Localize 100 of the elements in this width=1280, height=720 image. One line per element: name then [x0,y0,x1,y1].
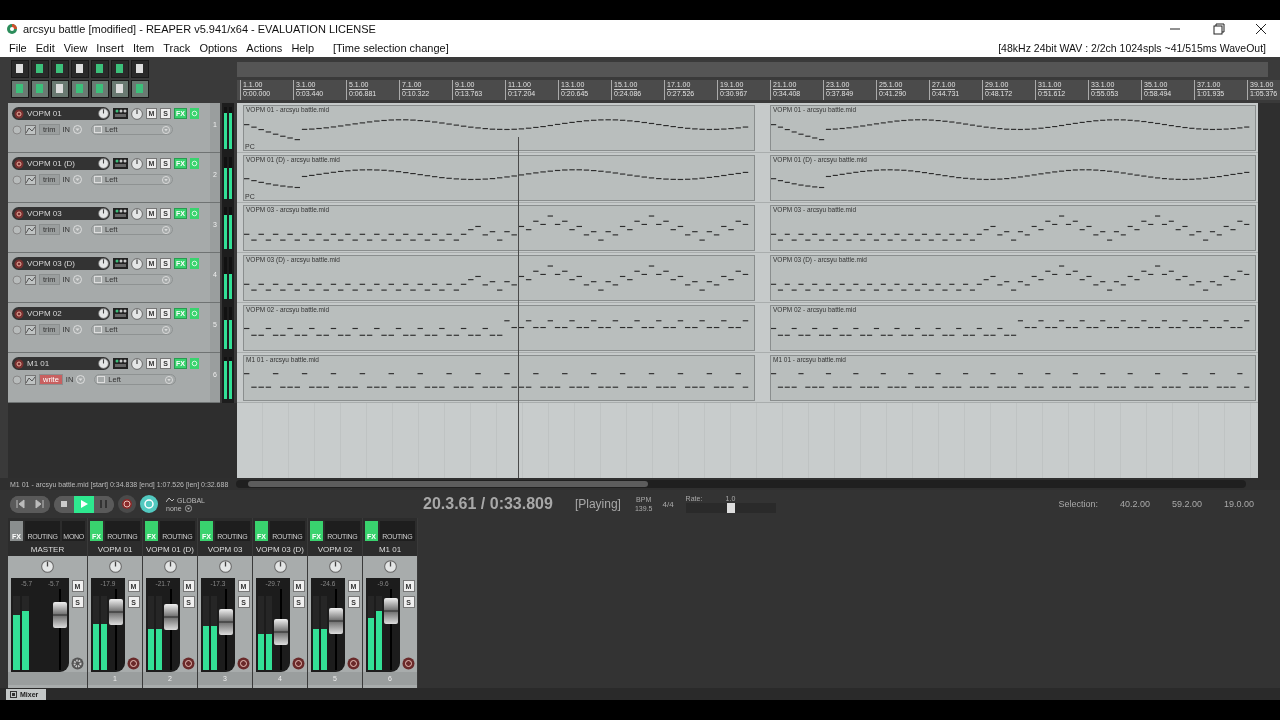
pan-knob[interactable] [131,157,143,170]
record-arm-button[interactable] [347,657,360,670]
menu-item[interactable]: View [63,41,88,54]
volume-fader[interactable] [384,589,398,670]
output-icon [94,126,102,133]
route-button[interactable] [113,258,128,269]
dropdown-icon [165,375,174,384]
window-icon [10,691,17,698]
stop-button[interactable] [54,495,74,513]
previous-icon [13,497,27,511]
menu-item[interactable]: Options [199,41,238,54]
horizontal-scrollbar[interactable] [236,480,1246,488]
track-name-field[interactable]: VOPM 02 [12,307,110,320]
menu-item[interactable]: Help [291,41,314,54]
strip-name: VOPM 01 [88,544,142,556]
dropdown-icon [162,325,170,334]
rate-slider[interactable] [685,503,776,513]
route-button[interactable] [113,158,128,169]
dropdown-icon [162,175,170,184]
output-icon [94,276,102,283]
record-arm-button[interactable] [14,258,24,269]
selection-end[interactable]: 59.2.00 [1171,499,1202,509]
app-logo-icon [6,23,18,35]
record-arm-button[interactable] [14,208,24,219]
track-name-field[interactable]: VOPM 03 (D) [12,257,110,270]
pan-knob[interactable] [131,257,143,270]
record-arm-button[interactable] [14,158,24,169]
volume-knob[interactable] [98,308,109,319]
route-button[interactable] [113,208,128,219]
pan-knob[interactable] [383,560,397,573]
selection-start[interactable]: 40.2.00 [1119,499,1150,509]
selection-length[interactable]: 19.0.00 [1223,499,1254,509]
route-button[interactable] [113,358,128,369]
menu-item[interactable]: Insert [96,41,124,54]
track-name: VOPM 03 (D) [27,259,76,268]
dropdown-icon [162,225,170,234]
menu-item[interactable]: Actions [246,41,283,54]
strip-name: VOPM 01 (D) [143,544,197,556]
pan-knob[interactable] [131,107,143,120]
menu-item[interactable]: Item [132,41,155,54]
track-name-field[interactable]: VOPM 01 (D) [12,157,110,170]
route-button[interactable] [113,308,128,319]
strip-name: MASTER [8,544,87,556]
volume-knob[interactable] [98,358,109,369]
volume-knob[interactable] [98,208,109,219]
strip-name: VOPM 03 (D) [253,544,307,556]
record-arm-button[interactable] [14,358,24,369]
record-button[interactable] [118,495,136,513]
pan-knob[interactable] [131,207,143,220]
menu-item[interactable]: File [9,41,27,54]
strip-name: VOPM 03 [198,544,252,556]
dropdown-icon[interactable] [184,504,192,512]
repeat-button[interactable] [140,495,158,513]
record-arm-button[interactable] [14,308,24,319]
strip-name: VOPM 02 [308,544,362,556]
record-arm-button[interactable] [127,657,140,670]
output-icon [94,226,102,233]
repeat-icon [142,497,156,511]
pan-knob[interactable] [108,560,122,573]
record-arm-button[interactable] [182,657,195,670]
volume-knob[interactable] [98,158,109,169]
next-button[interactable] [30,495,50,513]
pan-knob[interactable] [328,560,342,573]
record-arm-button[interactable] [402,657,415,670]
pan-knob[interactable] [41,560,54,573]
track-name: M1 01 [27,359,51,368]
volume-fader[interactable] [109,589,123,670]
track-name-field[interactable]: VOPM 01 [12,107,110,120]
track-name: VOPM 02 [27,309,63,318]
route-button[interactable] [113,108,128,119]
previous-button[interactable] [10,495,30,513]
volume-fader[interactable] [274,589,288,670]
record-arm-button[interactable] [14,108,24,119]
volume-knob[interactable] [98,258,109,269]
pan-knob[interactable] [131,357,143,370]
track-name: VOPM 03 [27,209,63,218]
record-arm-button[interactable] [237,657,250,670]
pan-knob[interactable] [163,560,177,573]
pan-knob[interactable] [131,307,143,320]
track-name-field[interactable]: M1 01 [12,357,110,370]
volume-fader[interactable] [164,589,178,670]
vertical-scrollbar[interactable] [1258,103,1280,478]
output-icon [94,326,102,333]
menu-item[interactable]: Edit [35,41,55,54]
volume-fader[interactable] [219,589,233,670]
record-arm-button[interactable] [292,657,305,670]
menu-item[interactable]: Track [163,41,191,54]
gear-icon[interactable] [71,657,84,670]
volume-fader[interactable] [329,589,343,670]
track-name: VOPM 01 (D) [27,159,76,168]
play-button[interactable] [74,495,94,513]
volume-knob[interactable] [98,108,109,119]
strip-name: M1 01 [363,544,417,556]
time-position: 20.3.61 / 0:33.809 [423,495,553,513]
pan-knob[interactable] [218,560,232,573]
track-name: VOPM 01 [27,109,63,118]
pan-knob[interactable] [273,560,287,573]
selection-label: Selection: [1058,499,1098,509]
track-name-field[interactable]: VOPM 03 [12,207,110,220]
time-signature[interactable]: 4/4 [662,499,674,509]
